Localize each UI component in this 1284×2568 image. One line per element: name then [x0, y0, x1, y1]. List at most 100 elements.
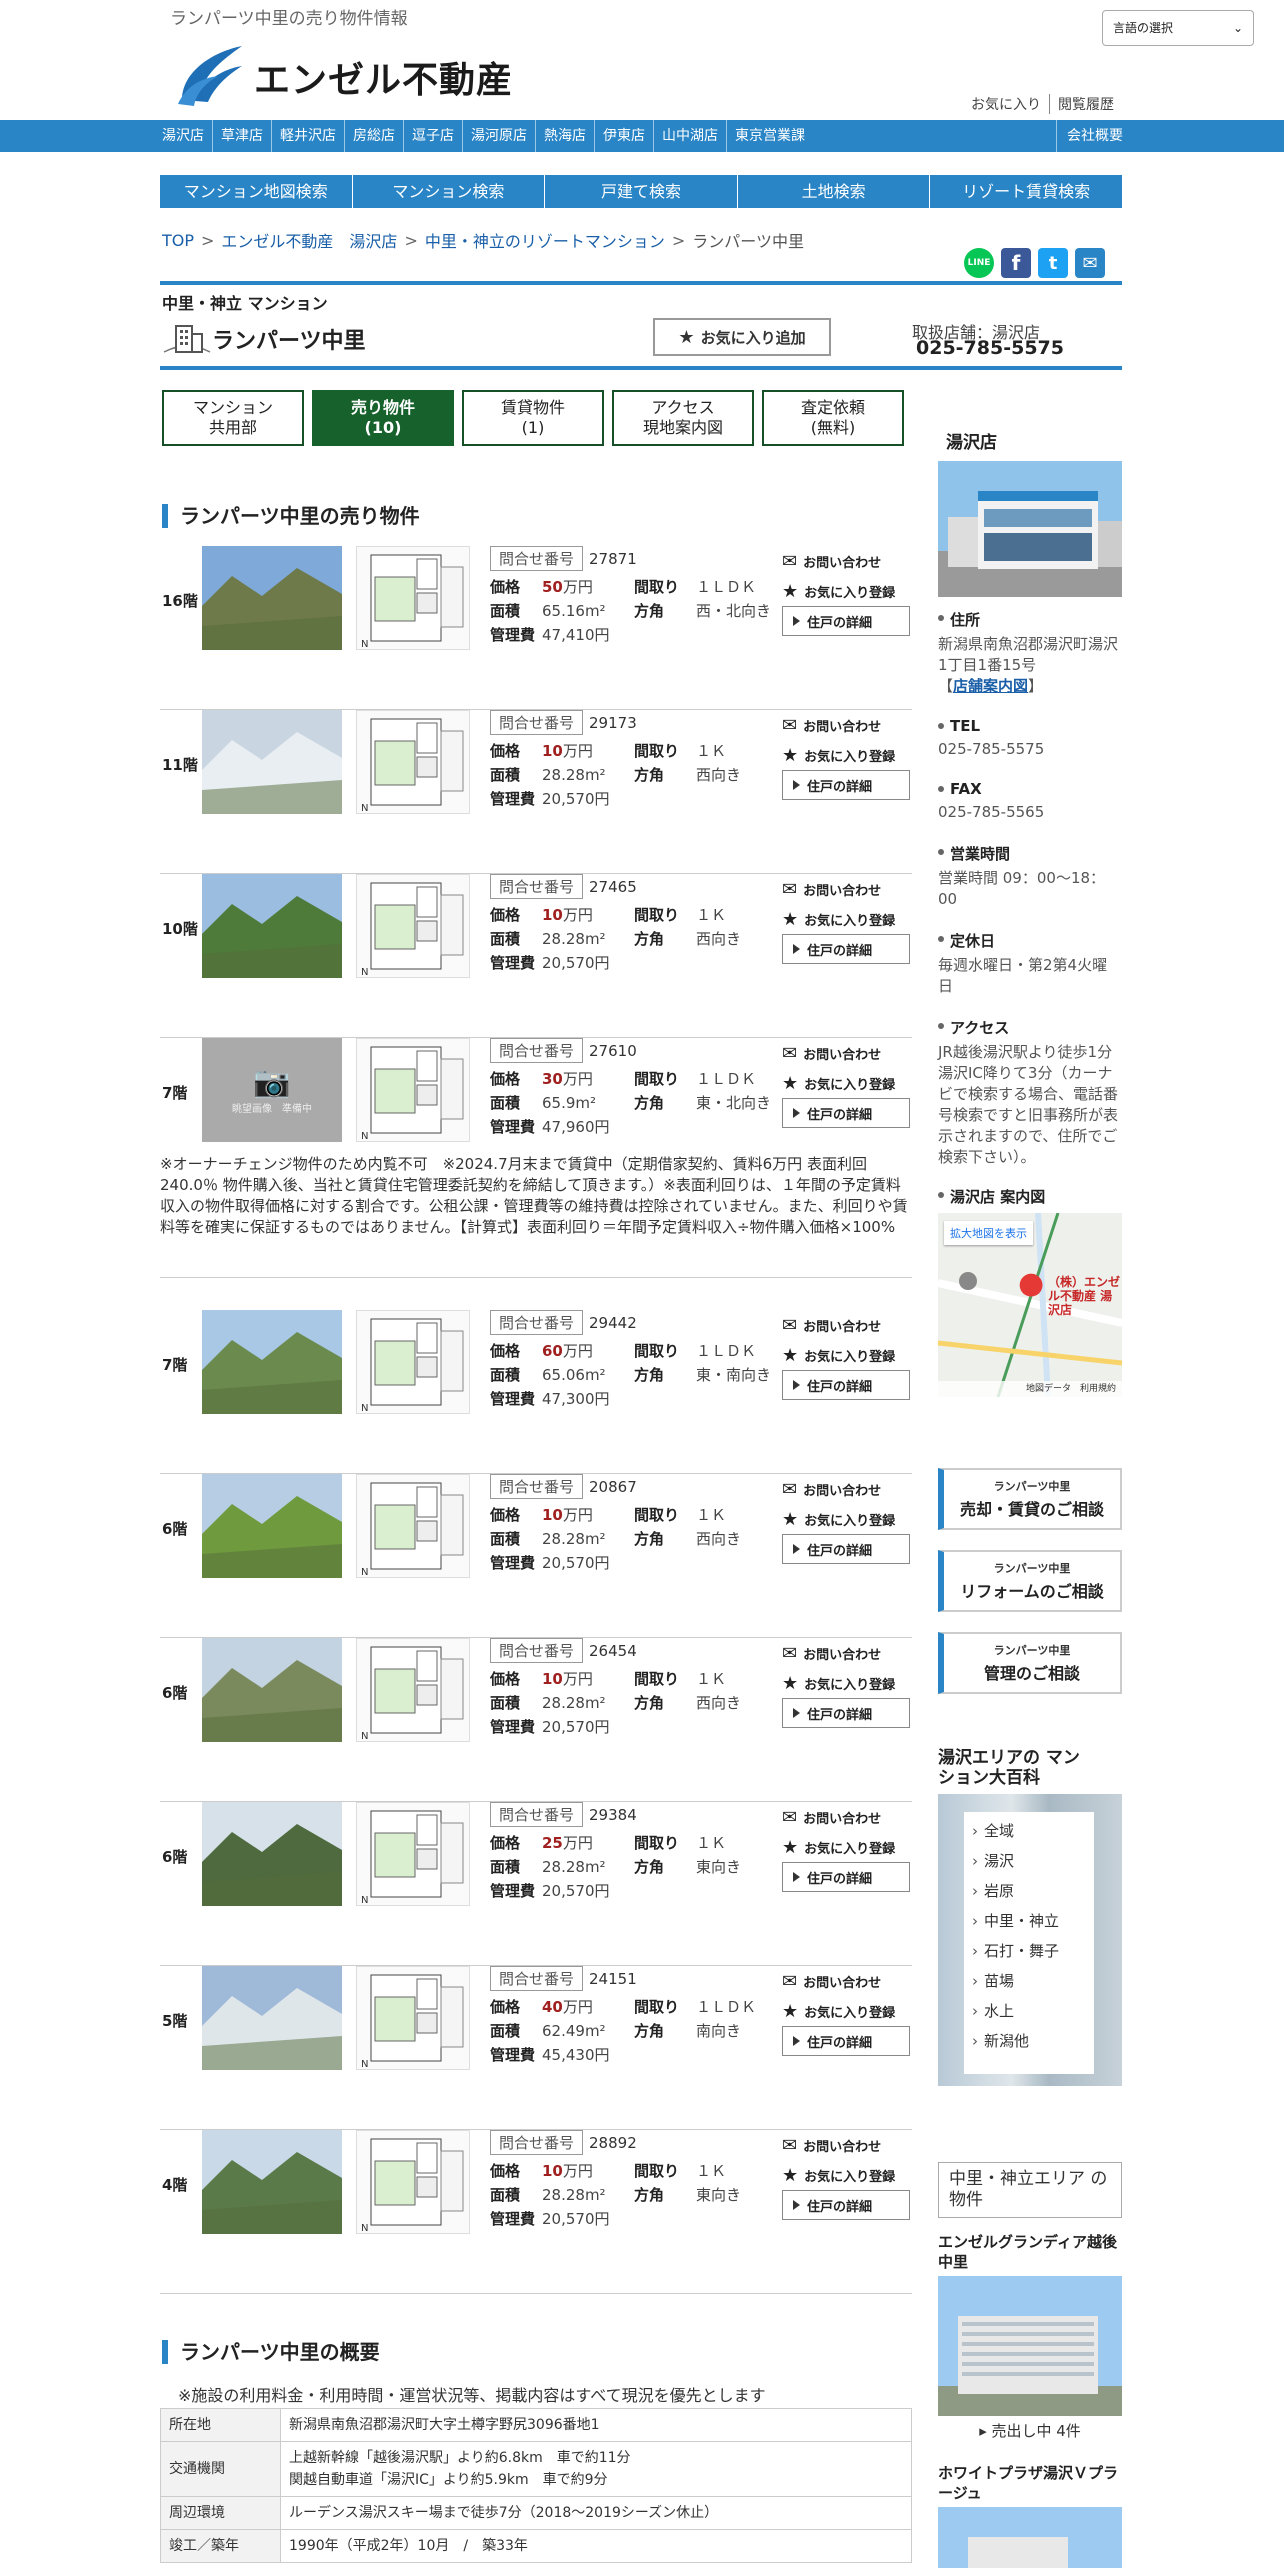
nav-company-profile[interactable]: 会社概要: [1056, 120, 1123, 152]
favorite-button[interactable]: ★ お気に入り登録: [782, 576, 912, 606]
listing-floor-plan[interactable]: N: [356, 1310, 470, 1414]
listing-floor-plan[interactable]: N: [356, 2130, 470, 2234]
store-map[interactable]: 拡大地図を表示 ● （株）エンゼル不動産 湯沢店 地図データ 利用規約: [938, 1213, 1122, 1397]
favorite-button[interactable]: ★ お気に入り登録: [782, 740, 912, 770]
favorite-button[interactable]: ★ お気に入り登録: [782, 1068, 912, 1098]
search-mansion[interactable]: マンション検索: [353, 175, 546, 208]
tab-appraisal[interactable]: 査定依頼 (無料): [762, 390, 904, 446]
area-item[interactable]: › 全域: [972, 1816, 1094, 1846]
favorite-button[interactable]: ★ お気に入り登録: [782, 1996, 912, 2026]
contact-button[interactable]: ✉ お問い合わせ: [782, 546, 912, 576]
history-link[interactable]: 閲覧履歴: [1049, 94, 1122, 114]
unit-detail-button[interactable]: 住戸の詳細: [782, 1098, 910, 1128]
listing-floor-plan[interactable]: N: [356, 546, 470, 650]
search-house[interactable]: 戸建て検索: [545, 175, 738, 208]
listing-photo[interactable]: 📷 眺望画像 準備中: [202, 1038, 342, 1142]
area-item[interactable]: › 湯沢: [972, 1846, 1094, 1876]
favorites-link[interactable]: お気に入り: [963, 94, 1049, 114]
nav-store-zushi[interactable]: 逗子店: [404, 120, 463, 152]
search-land[interactable]: 土地検索: [738, 175, 931, 208]
listing-photo[interactable]: [202, 710, 342, 814]
listing-floor-plan[interactable]: N: [356, 1802, 470, 1906]
listing-photo[interactable]: [202, 874, 342, 978]
breadcrumb-store[interactable]: エンゼル不動産 湯沢店: [221, 228, 397, 252]
area-property-name[interactable]: ホワイトプラザ湯沢Ｖプラージュ: [938, 2463, 1122, 2503]
listing-photo[interactable]: [202, 1966, 342, 2070]
breadcrumb-area[interactable]: 中里・神立のリゾートマンション: [425, 228, 665, 252]
line-share-icon[interactable]: LINE: [964, 248, 994, 278]
listing-photo[interactable]: [202, 1638, 342, 1742]
mail-share-icon[interactable]: ✉: [1075, 248, 1105, 278]
contact-button[interactable]: ✉ お問い合わせ: [782, 1638, 912, 1668]
add-favorite-button[interactable]: ★ お気に入り追加: [653, 318, 831, 356]
favorite-button[interactable]: ★ お気に入り登録: [782, 1340, 912, 1370]
nav-store-kusatsu[interactable]: 草津店: [213, 120, 272, 152]
listing-photo[interactable]: [202, 1802, 342, 1906]
listing-photo[interactable]: [202, 546, 342, 650]
unit-detail-button[interactable]: 住戸の詳細: [782, 934, 910, 964]
tab-common-areas[interactable]: マンション 共用部: [162, 390, 304, 446]
consult-reform-button[interactable]: ランパーツ中里 リフォームのご相談: [938, 1550, 1122, 1612]
nav-store-tokyo[interactable]: 東京営業課: [727, 120, 813, 152]
unit-detail-button[interactable]: 住戸の詳細: [782, 1698, 910, 1728]
area-property-name[interactable]: エンゼルグランディア越後中里: [938, 2232, 1122, 2272]
contact-button[interactable]: ✉ お問い合わせ: [782, 1310, 912, 1340]
listing-floor-plan[interactable]: N: [356, 710, 470, 814]
contact-button[interactable]: ✉ お問い合わせ: [782, 1474, 912, 1504]
favorite-button[interactable]: ★ お気に入り登録: [782, 2160, 912, 2190]
unit-detail-button[interactable]: 住戸の詳細: [782, 1862, 910, 1892]
search-resort-rental[interactable]: リゾート賃貸検索: [930, 175, 1122, 208]
listing-photo[interactable]: [202, 1474, 342, 1578]
unit-detail-button[interactable]: 住戸の詳細: [782, 770, 910, 800]
area-item[interactable]: › 石打・舞子: [972, 1936, 1094, 1966]
tel-value[interactable]: 025-785-5575: [938, 739, 1122, 760]
area-item[interactable]: › 中里・神立: [972, 1906, 1094, 1936]
site-logo[interactable]: エンゼル不動産: [172, 42, 513, 112]
favorite-button[interactable]: ★ お気に入り登録: [782, 1668, 912, 1698]
search-map-mansion[interactable]: マンション地図検索: [160, 175, 353, 208]
listing-photo[interactable]: [202, 1310, 342, 1414]
favorite-button[interactable]: ★ お気に入り登録: [782, 1504, 912, 1534]
area-item[interactable]: › 苗場: [972, 1966, 1094, 1996]
consult-sale-rental-button[interactable]: ランパーツ中里 売却・賃貸のご相談: [938, 1468, 1122, 1530]
consult-management-button[interactable]: ランパーツ中里 管理のご相談: [938, 1632, 1122, 1694]
nav-store-yuzawa[interactable]: 湯沢店: [160, 120, 213, 152]
twitter-share-icon[interactable]: t: [1038, 248, 1068, 278]
nav-store-karuizawa[interactable]: 軽井沢店: [272, 120, 345, 152]
unit-detail-button[interactable]: 住戸の詳細: [782, 2190, 910, 2220]
area-item[interactable]: › 水上: [972, 1996, 1094, 2026]
unit-detail-button[interactable]: 住戸の詳細: [782, 2026, 910, 2056]
contact-button[interactable]: ✉ お問い合わせ: [782, 874, 912, 904]
map-enlarge-button[interactable]: 拡大地図を表示: [944, 1221, 1033, 1245]
facebook-share-icon[interactable]: f: [1001, 248, 1031, 278]
area-item[interactable]: › 新潟他: [972, 2026, 1094, 2056]
contact-button[interactable]: ✉ お問い合わせ: [782, 710, 912, 740]
tab-rental[interactable]: 賃貸物件 (1): [462, 390, 604, 446]
contact-button[interactable]: ✉ お問い合わせ: [782, 1966, 912, 1996]
listing-floor-plan[interactable]: N: [356, 1038, 470, 1142]
area-property-photo[interactable]: [938, 2507, 1122, 2568]
breadcrumb-top[interactable]: TOP: [162, 231, 194, 250]
store-map-link[interactable]: 店舗案内図: [953, 677, 1028, 695]
store-tel[interactable]: 025-785-5575: [916, 337, 1064, 359]
contact-button[interactable]: ✉ お問い合わせ: [782, 2130, 912, 2160]
tab-access[interactable]: アクセス 現地案内図: [612, 390, 754, 446]
nav-store-atami[interactable]: 熱海店: [536, 120, 595, 152]
unit-detail-button[interactable]: 住戸の詳細: [782, 606, 910, 636]
area-item[interactable]: › 岩原: [972, 1876, 1094, 1906]
favorite-button[interactable]: ★ お気に入り登録: [782, 904, 912, 934]
listing-floor-plan[interactable]: N: [356, 1966, 470, 2070]
contact-button[interactable]: ✉ お問い合わせ: [782, 1038, 912, 1068]
listing-floor-plan[interactable]: N: [356, 1638, 470, 1742]
favorite-button[interactable]: ★ お気に入り登録: [782, 1832, 912, 1862]
listing-photo[interactable]: [202, 2130, 342, 2234]
unit-detail-button[interactable]: 住戸の詳細: [782, 1534, 910, 1564]
listing-floor-plan[interactable]: N: [356, 1474, 470, 1578]
unit-detail-button[interactable]: 住戸の詳細: [782, 1370, 910, 1400]
nav-store-yamanakako[interactable]: 山中湖店: [654, 120, 727, 152]
contact-button[interactable]: ✉ お問い合わせ: [782, 1802, 912, 1832]
language-select[interactable]: 言語の選択 ⌄: [1102, 10, 1254, 46]
listing-floor-plan[interactable]: N: [356, 874, 470, 978]
nav-store-ito[interactable]: 伊東店: [595, 120, 654, 152]
nav-store-yugawara[interactable]: 湯河原店: [463, 120, 536, 152]
